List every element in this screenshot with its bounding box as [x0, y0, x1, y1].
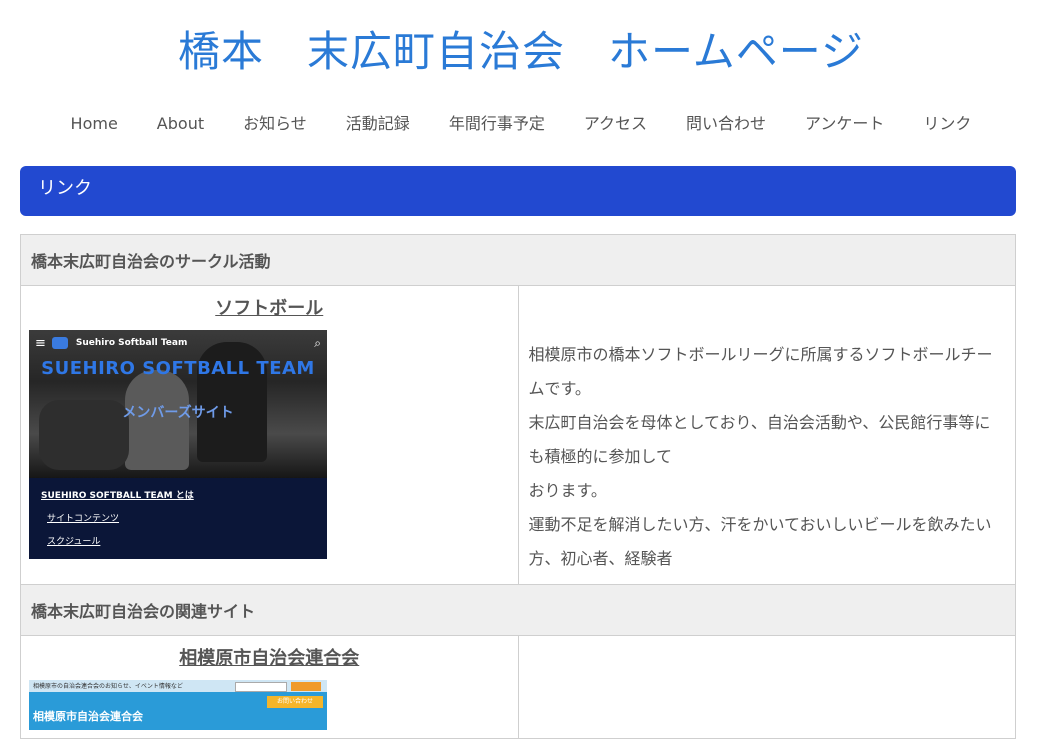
- image-search-button: [291, 682, 321, 691]
- description-line: 運動不足を解消したい方、汗をかいておいしいビールを飲みたい方、初心者、経験者: [528, 515, 992, 568]
- nav-item-activity-log[interactable]: 活動記録: [326, 112, 429, 136]
- softball-link[interactable]: ソフトボール: [29, 296, 510, 322]
- image-banner-title: 相模原市自治会連合会: [33, 710, 143, 723]
- nav-item-about[interactable]: About: [137, 112, 223, 136]
- image-link-contents: サイトコンテンツ: [47, 514, 120, 524]
- entry-description-cell: 相模原市の橋本ソフトボールリーグに所属するソフトボールチームです。 末広町自治会…: [517, 285, 1016, 621]
- image-link-schedule: スクジュール: [47, 537, 101, 547]
- description-line: 相模原市の橋本ソフトボールリーグに所属するソフトボールチームです。: [528, 345, 993, 398]
- members-site-label: メンバーズサイト: [122, 405, 234, 421]
- softball-site-image[interactable]: ≡ Suehiro Softball Team ⌕ SUEHIRO SOFTBA…: [29, 330, 327, 559]
- team-name: Suehiro Softball Team: [75, 338, 188, 348]
- team-banner: SUEHIRO SOFTBALL TEAM: [41, 358, 315, 379]
- nav-item-access[interactable]: アクセス: [564, 112, 666, 136]
- related-sites-table: 橋本末広町自治会の関連サイト 相模原市自治会連合会 相模原市の自治会連合会のお知…: [20, 584, 1016, 739]
- federation-site-image[interactable]: 相模原市の自治会連合会のお知らせ、イベント情報など お問い合わせ 相模原市自治会…: [29, 680, 327, 730]
- nav-item-annual-events[interactable]: 年間行事予定: [429, 112, 564, 136]
- image-contact-button: お問い合わせ: [267, 696, 323, 708]
- image-search-box: [235, 682, 287, 692]
- team-logo-icon: [51, 337, 68, 349]
- entry-left-cell: ソフトボール ≡ Suehiro Softball Team ⌕ SUEHIRO…: [20, 285, 519, 621]
- image-link-about: SUEHIRO SOFTBALL TEAM とは: [41, 491, 194, 501]
- page-heading: リンク: [20, 166, 1016, 216]
- nav-item-contact[interactable]: 問い合わせ: [667, 112, 786, 136]
- main-nav: Home About お知らせ 活動記録 年間行事予定 アクセス 問い合わせ ア…: [0, 112, 1042, 136]
- entry-description-cell: [517, 635, 1016, 739]
- section-heading: 橋本末広町自治会のサークル活動: [20, 234, 1016, 286]
- site-title: 橋本 末広町自治会 ホームページ: [178, 27, 864, 76]
- section-heading: 橋本末広町自治会の関連サイト: [20, 584, 1016, 636]
- softball-image-links: SUEHIRO SOFTBALL TEAM とは サイトコンテンツ スクジュール: [41, 488, 194, 557]
- entry-left-cell: 相模原市自治会連合会 相模原市の自治会連合会のお知らせ、イベント情報など お問い…: [20, 635, 519, 739]
- circle-activities-table: 橋本末広町自治会のサークル活動 ソフトボール ≡ Suehiro Softbal…: [20, 234, 1016, 621]
- search-icon: ⌕: [314, 336, 321, 350]
- nav-item-survey[interactable]: アンケート: [786, 112, 904, 136]
- sagamihara-federation-link[interactable]: 相模原市自治会連合会: [29, 646, 510, 672]
- nav-item-home[interactable]: Home: [51, 112, 137, 136]
- nav-item-links[interactable]: リンク: [904, 112, 991, 136]
- nav-item-news[interactable]: お知らせ: [224, 112, 327, 136]
- softball-description: 相模原市の橋本ソフトボールリーグに所属するソフトボールチームです。 末広町自治会…: [529, 338, 1006, 610]
- hamburger-menu-icon: ≡: [35, 335, 46, 351]
- description-line: おります。: [528, 481, 607, 500]
- image-topbar-text: 相模原市の自治会連合会のお知らせ、イベント情報など: [33, 683, 183, 690]
- softball-image-header: ≡ Suehiro Softball Team: [29, 330, 327, 356]
- description-line: 末広町自治会を母体としており、自治会活動や、公民館行事等にも積極的に参加して: [528, 413, 991, 466]
